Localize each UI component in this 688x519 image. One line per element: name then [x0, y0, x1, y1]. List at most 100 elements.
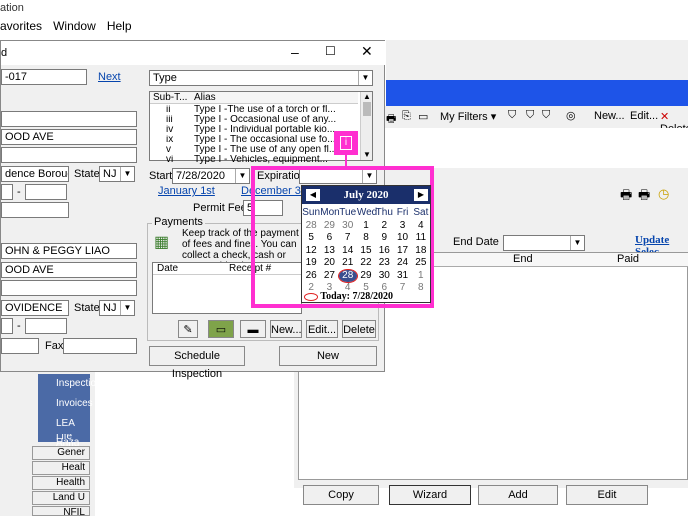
tab-health[interactable]: Healt: [32, 461, 90, 475]
edit-payment-icon[interactable]: ✎: [178, 320, 198, 338]
type-combo[interactable]: Type ▼: [149, 70, 373, 86]
calendar-day[interactable]: 30: [339, 220, 357, 233]
scroll-thumb[interactable]: [363, 102, 371, 116]
calendar-day[interactable]: 17: [393, 245, 411, 258]
id-field[interactable]: -017: [1, 69, 87, 85]
nav-item-lea-annual[interactable]: LEA Annu: [38, 414, 90, 449]
new-permit-button[interactable]: New: [279, 346, 377, 366]
chevron-down-icon[interactable]: ▼: [235, 169, 249, 183]
fax-field[interactable]: [63, 338, 137, 354]
address-field[interactable]: OOD AVE: [1, 129, 137, 145]
calendar-day[interactable]: 1: [357, 220, 375, 233]
calendar-day[interactable]: 13: [320, 245, 338, 258]
calendar-day[interactable]: 12: [302, 245, 320, 258]
calendar-day[interactable]: 2: [375, 220, 393, 233]
calendar-day[interactable]: 27: [320, 270, 338, 283]
list-item[interactable]: iv Type I - Individual portable kio...: [150, 125, 358, 135]
calendar-day[interactable]: 9: [375, 232, 393, 245]
nav-item-life-hazard[interactable]: Life Haza: [38, 434, 90, 442]
maximize-icon[interactable]: ☐: [325, 44, 336, 58]
payment-delete-button[interactable]: Delete: [342, 320, 376, 338]
today-link[interactable]: Today: 7/28/2020: [304, 291, 430, 303]
add-button[interactable]: Add: [478, 485, 558, 505]
owner-phone-field[interactable]: [1, 338, 39, 354]
owner-state-combo[interactable]: NJ ▼: [99, 300, 135, 316]
calendar-day[interactable]: 24: [393, 257, 411, 270]
close-icon[interactable]: ✕: [361, 43, 373, 60]
calendar-day[interactable]: 1: [412, 270, 430, 283]
city-field[interactable]: dence Borough: [1, 166, 69, 182]
menu-favorites[interactable]: avorites: [0, 19, 42, 33]
col-paid[interactable]: Paid: [617, 253, 639, 265]
filter-clear-icon[interactable]: ⛉: [542, 109, 550, 122]
col-end[interactable]: End: [513, 253, 533, 265]
menu-help[interactable]: Help: [107, 19, 132, 33]
address-line2-field[interactable]: [1, 147, 137, 163]
list-scrollbar[interactable]: ▲ ▼: [360, 92, 372, 160]
owner-address2-field[interactable]: [1, 280, 137, 296]
january-first-link[interactable]: January 1st: [158, 185, 215, 197]
calendar-day[interactable]: 29: [357, 270, 375, 283]
calendar-day[interactable]: 4: [412, 220, 430, 233]
zip-ext-field[interactable]: [25, 184, 67, 200]
owner-zip-field[interactable]: [1, 318, 13, 334]
edit-button[interactable]: Edit...: [630, 110, 658, 122]
calendar-day[interactable]: 26: [302, 270, 320, 283]
calendar-day[interactable]: 20: [320, 257, 338, 270]
calendar-day[interactable]: 5: [302, 232, 320, 245]
search-icon[interactable]: ◎: [566, 109, 576, 122]
calendar-day[interactable]: 14: [339, 245, 357, 258]
calendar-day[interactable]: 6: [320, 232, 338, 245]
chevron-down-icon[interactable]: ▼: [358, 71, 372, 85]
menu-window[interactable]: Window: [53, 19, 96, 33]
next-month-icon[interactable]: ▶: [414, 189, 428, 201]
prev-month-icon[interactable]: ◀: [306, 189, 320, 201]
tab-land-use[interactable]: Land U: [32, 491, 90, 505]
copy-icon[interactable]: ⎘: [402, 110, 411, 123]
calendar-day[interactable]: 8: [357, 232, 375, 245]
list-item[interactable]: ix Type I - The occasional use fo...: [150, 135, 358, 145]
cash-icon[interactable]: ▬: [240, 320, 266, 338]
edit-grid-button[interactable]: Edit: [566, 485, 648, 505]
scroll-up-icon[interactable]: ▲: [363, 92, 371, 101]
tab-general[interactable]: Gener: [32, 446, 90, 460]
calendar-day[interactable]: 15: [357, 245, 375, 258]
nav-item-invoices[interactable]: Invoices: [38, 394, 93, 414]
col-date[interactable]: Date: [157, 263, 178, 274]
tab-health-2[interactable]: Health: [32, 476, 90, 490]
payment-edit-button[interactable]: Edit...: [306, 320, 338, 338]
calendar-day[interactable]: 3: [393, 220, 411, 233]
filter-add-icon[interactable]: ⛉: [526, 109, 534, 122]
calendar-day[interactable]: 21: [339, 257, 357, 270]
print-icon[interactable]: 🖶: [386, 110, 396, 129]
filter-icon[interactable]: ⛉: [508, 109, 516, 122]
calendar-day[interactable]: 25: [412, 257, 430, 270]
calendar-day[interactable]: 29: [320, 220, 338, 233]
calendar-day[interactable]: 16: [375, 245, 393, 258]
list-item[interactable]: ii Type I -The use of a torch or fl...: [150, 105, 358, 115]
list-item[interactable]: iii Type I - Occasional use of any...: [150, 115, 358, 125]
chevron-down-icon[interactable]: ▼: [570, 236, 584, 250]
list-item[interactable]: v Type I - The use of any open fl...: [150, 145, 358, 155]
scroll-down-icon[interactable]: ▼: [363, 150, 371, 159]
owner-city-field[interactable]: OVIDENCE: [1, 300, 69, 316]
zip-field[interactable]: [1, 184, 13, 200]
card-icon[interactable]: ▭: [208, 320, 234, 338]
col-alias[interactable]: Alias: [194, 92, 216, 103]
nav-item-inspections[interactable]: Inspectio: [38, 374, 96, 394]
next-link[interactable]: Next: [98, 71, 121, 83]
my-filters-button[interactable]: My Filters ▾: [440, 110, 496, 123]
list-item[interactable]: vi Type I - Vehicles, equipment...: [150, 155, 358, 165]
state-combo[interactable]: NJ ▼: [99, 166, 135, 182]
calendar-day[interactable]: 23: [375, 257, 393, 270]
chevron-down-icon[interactable]: ▼: [120, 301, 134, 315]
chevron-down-icon[interactable]: ▼: [120, 167, 134, 181]
calendar-day[interactable]: 31: [393, 270, 411, 283]
new-button[interactable]: New...: [594, 110, 625, 122]
calendar-day[interactable]: 11: [412, 232, 430, 245]
copy-button[interactable]: Copy: [303, 485, 379, 505]
calendar-day[interactable]: 10: [393, 232, 411, 245]
clock-icon[interactable]: ◷: [658, 186, 669, 202]
payment-new-button[interactable]: New...: [270, 320, 302, 338]
phone-field[interactable]: [1, 202, 69, 218]
